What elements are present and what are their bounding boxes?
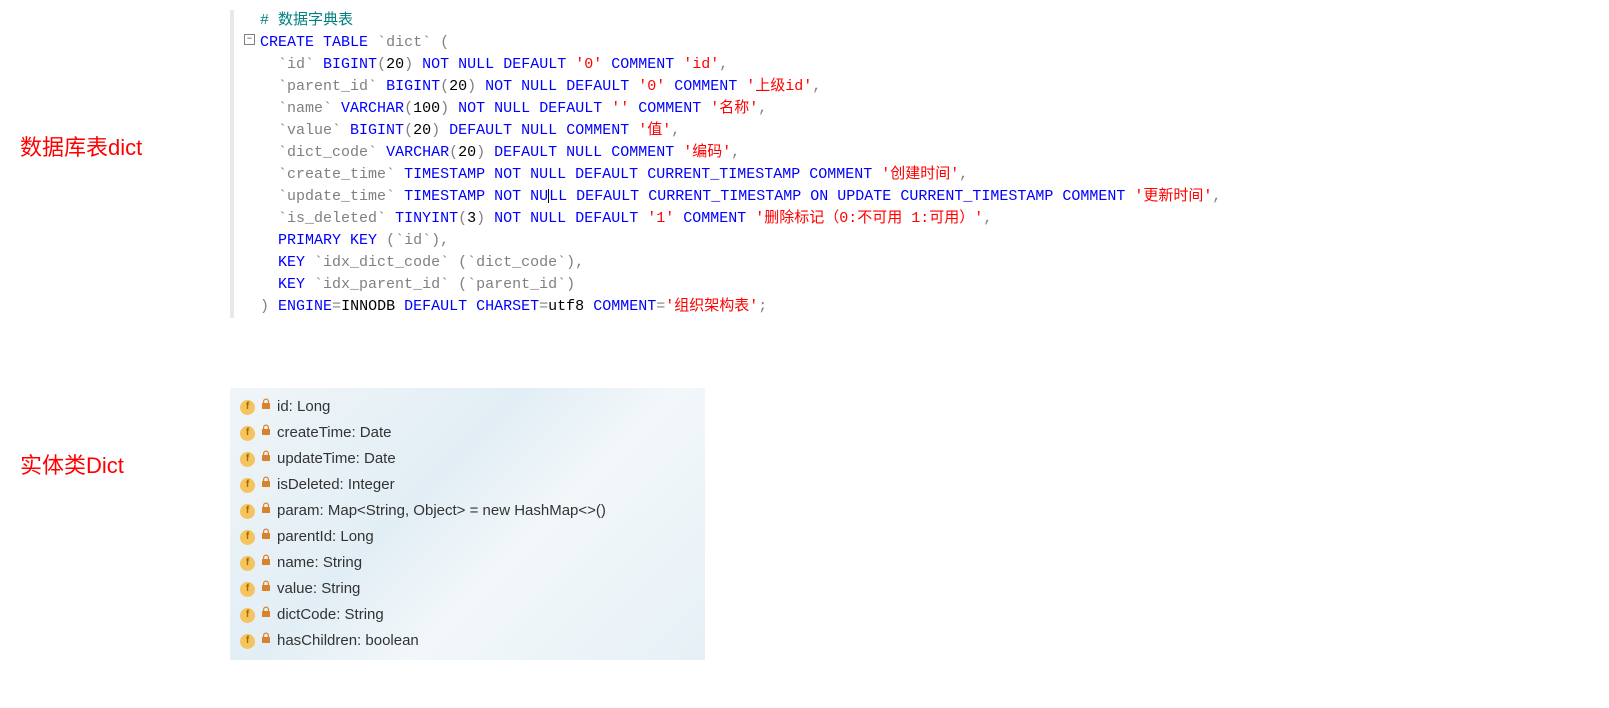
entity-field-text: updateTime: Date bbox=[277, 446, 396, 472]
entity-field-row: f id: Long bbox=[240, 394, 695, 420]
lock-icon bbox=[261, 550, 271, 576]
lock-icon bbox=[261, 576, 271, 602]
entity-field-row: f parentId: Long bbox=[240, 524, 695, 550]
lock-icon bbox=[261, 498, 271, 524]
db-table-label: 数据库表dict bbox=[0, 0, 230, 162]
lock-icon bbox=[261, 472, 271, 498]
entity-field-row: f isDeleted: Integer bbox=[240, 472, 695, 498]
entity-field-text: hasChildren: boolean bbox=[277, 628, 419, 654]
entity-field-text: isDeleted: Integer bbox=[277, 472, 395, 498]
field-icon: f bbox=[240, 426, 255, 441]
fold-minus-icon[interactable]: − bbox=[244, 34, 255, 45]
entity-field-text: value: String bbox=[277, 576, 360, 602]
entity-field-row: f dictCode: String bbox=[240, 602, 695, 628]
field-icon: f bbox=[240, 478, 255, 493]
lock-icon bbox=[261, 446, 271, 472]
lock-icon bbox=[261, 602, 271, 628]
entity-field-row: f createTime: Date bbox=[240, 420, 695, 446]
field-icon: f bbox=[240, 634, 255, 649]
entity-field-row: f value: String bbox=[240, 576, 695, 602]
sql-code: # 数据字典表 CREATE TABLE `dict` ( `id` BIGIN… bbox=[260, 10, 1609, 318]
field-icon: f bbox=[240, 400, 255, 415]
lock-icon bbox=[261, 628, 271, 654]
field-icon: f bbox=[240, 530, 255, 545]
sql-code-block: − # 数据字典表 CREATE TABLE `dict` ( `id` BIG… bbox=[230, 0, 1609, 328]
lock-icon bbox=[261, 394, 271, 420]
sql-comment: # 数据字典表 bbox=[260, 12, 353, 29]
field-icon: f bbox=[240, 608, 255, 623]
entity-field-row: f hasChildren: boolean bbox=[240, 628, 695, 654]
entity-field-row: f name: String bbox=[240, 550, 695, 576]
entity-field-text: param: Map<String, Object> = new HashMap… bbox=[277, 498, 606, 524]
field-icon: f bbox=[240, 452, 255, 467]
entity-field-text: name: String bbox=[277, 550, 362, 576]
entity-field-text: createTime: Date bbox=[277, 420, 392, 446]
lock-icon bbox=[261, 524, 271, 550]
lock-icon bbox=[261, 420, 271, 446]
entity-class-label: 实体类Dict bbox=[0, 388, 230, 480]
entity-field-text: id: Long bbox=[277, 394, 330, 420]
gutter-bar bbox=[230, 10, 234, 318]
field-icon: f bbox=[240, 556, 255, 571]
entity-field-row: f param: Map<String, Object> = new HashMa… bbox=[240, 498, 695, 524]
field-icon: f bbox=[240, 582, 255, 597]
entity-field-text: dictCode: String bbox=[277, 602, 384, 628]
entity-fields-panel: f id: Long f createTime: Date f updateTime: D… bbox=[230, 388, 705, 660]
entity-field-row: f updateTime: Date bbox=[240, 446, 695, 472]
entity-field-text: parentId: Long bbox=[277, 524, 374, 550]
field-icon: f bbox=[240, 504, 255, 519]
